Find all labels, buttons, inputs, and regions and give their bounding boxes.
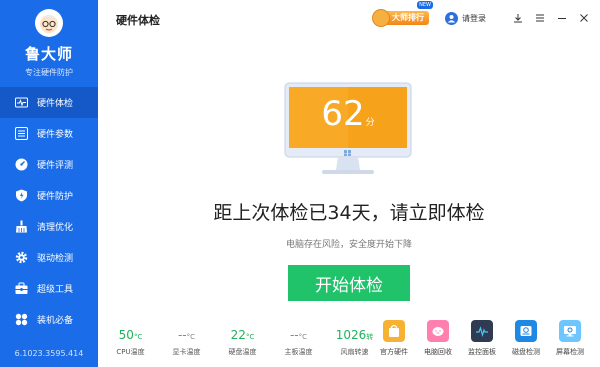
tool-label: 磁盘检测 (512, 348, 540, 356)
brand: 鲁大师 专注硬件防护 (0, 0, 98, 82)
tool-official-hardware[interactable]: 官方硬件 (372, 320, 416, 357)
sidebar-item-label: 硬件参数 (37, 130, 74, 140)
stat-label: 硬盘温度 (228, 348, 257, 356)
list-icon (15, 127, 28, 140)
piggy-icon (427, 320, 449, 342)
sidebar-item-label: 超级工具 (37, 285, 74, 295)
master-rank-button[interactable]: 大师排行 NEW (372, 1, 433, 27)
stat-value: -- (289, 328, 299, 342)
sidebar-item-hardware-params[interactable]: 硬件参数 (0, 118, 98, 149)
close-icon[interactable] (578, 12, 590, 24)
sidebar-item-label: 硬件防护 (37, 192, 74, 202)
master-avatar-icon (372, 9, 390, 27)
tool-label: 屏幕检测 (556, 348, 584, 356)
score-value: 62 (321, 94, 365, 134)
stat-unit: °C (133, 333, 143, 341)
quick-tools: 官方硬件 电脑回收 监控面板 磁盘检测 屏幕检测 (372, 320, 592, 357)
stat-label: 显卡温度 (172, 348, 201, 356)
app-window: 鲁大师 专注硬件防护 硬件体检 硬件参数 硬件评测 硬件防护 清理优化 驱动检测… (0, 0, 600, 367)
tool-disk-check[interactable]: 磁盘检测 (504, 320, 548, 357)
stat-unit: °C (298, 333, 308, 341)
sidebar-item-label: 清理优化 (37, 223, 74, 233)
brand-tagline: 专注硬件防护 (25, 68, 73, 77)
user-icon (445, 11, 458, 25)
tool-monitor-panel[interactable]: 监控面板 (460, 320, 504, 357)
broom-icon (15, 220, 28, 233)
start-checkup-button[interactable]: 开始体检 (288, 265, 410, 301)
shopping-bag-icon (383, 320, 405, 342)
stat-value: 50 (118, 328, 134, 342)
menu-icon[interactable] (534, 12, 546, 24)
gauge-icon (15, 158, 28, 171)
download-icon[interactable] (512, 12, 524, 24)
stat-gpu-temp: --°C 显卡温度 (164, 328, 209, 357)
shield-icon (15, 189, 28, 202)
tool-label: 监控面板 (468, 348, 496, 356)
sidebar-item-label: 装机必备 (37, 316, 74, 326)
sidebar-item-driver-detect[interactable]: 驱动检测 (0, 242, 98, 273)
sidebar-item-label: 硬件体检 (37, 99, 74, 109)
score-unit: 分 (365, 118, 375, 128)
disk-icon (515, 320, 537, 342)
sidebar-item-hardware-benchmark[interactable]: 硬件评测 (0, 149, 98, 180)
main-panel: 硬件体检 大师排行 NEW 请登录 62分 距上次体检已34天，请立即体检 电脑… (98, 0, 600, 367)
stat-value: -- (177, 328, 187, 342)
version-text: 6.1023.3595.414 (14, 349, 84, 358)
stat-value: 22 (230, 328, 246, 342)
stat-disk-temp: 22°C 硬盘温度 (220, 328, 265, 357)
sidebar-nav: 硬件体检 硬件参数 硬件评测 硬件防护 清理优化 驱动检测 超级工具 装机必备 (0, 87, 98, 335)
apps-icon (15, 313, 28, 326)
temperature-stats: 50°C CPU温度 --°C 显卡温度 22°C 硬盘温度 --°C 主板温度… (108, 328, 388, 357)
login-button[interactable]: 请登录 (445, 11, 486, 25)
page-title: 硬件体检 (116, 14, 160, 27)
score-display: 62分 (284, 94, 412, 134)
stat-label: 主板温度 (284, 348, 313, 356)
stat-label: CPU温度 (116, 348, 145, 356)
sidebar-item-hardware-protection[interactable]: 硬件防护 (0, 180, 98, 211)
risk-subline: 电脑存在风险，安全度开始下降 (285, 240, 412, 250)
sidebar-item-hardware-checkup[interactable]: 硬件体检 (0, 87, 98, 118)
stat-board-temp: --°C 主板温度 (276, 328, 321, 357)
checkup-headline: 距上次体检已34天，请立即体检 (213, 202, 485, 224)
stat-unit: °C (245, 333, 255, 341)
sidebar-item-essentials[interactable]: 装机必备 (0, 304, 98, 335)
sidebar: 鲁大师 专注硬件防护 硬件体检 硬件参数 硬件评测 硬件防护 清理优化 驱动检测… (0, 0, 98, 367)
minimize-icon[interactable] (556, 12, 568, 24)
login-label: 请登录 (462, 13, 486, 23)
pulse-icon (15, 96, 28, 109)
window-controls: 大师排行 NEW 请登录 (372, 1, 590, 27)
sidebar-item-label: 硬件评测 (37, 161, 74, 171)
gear-icon (15, 251, 28, 264)
tool-label: 电脑回收 (424, 348, 452, 356)
brand-name: 鲁大师 (24, 45, 73, 63)
toolbox-icon (15, 282, 28, 295)
tool-screen-check[interactable]: 屏幕检测 (548, 320, 592, 357)
new-badge: NEW (417, 1, 433, 9)
tool-label: 官方硬件 (380, 348, 408, 356)
logo-icon (35, 9, 63, 37)
stat-unit: °C (186, 333, 196, 341)
tool-pc-recycle[interactable]: 电脑回收 (416, 320, 460, 357)
sidebar-item-clean-optimize[interactable]: 清理优化 (0, 211, 98, 242)
stat-label: 风扇转速 (340, 348, 369, 356)
sidebar-item-super-tools[interactable]: 超级工具 (0, 273, 98, 304)
screen-icon (559, 320, 581, 342)
score-monitor: 62分 (284, 82, 412, 180)
stat-value: 1026 (335, 328, 367, 342)
stat-cpu-temp: 50°C CPU温度 (108, 328, 153, 357)
stat-fan-speed: 1026转 风扇转速 (332, 328, 377, 357)
sidebar-item-label: 驱动检测 (37, 254, 74, 264)
monitor-panel-icon (471, 320, 493, 342)
